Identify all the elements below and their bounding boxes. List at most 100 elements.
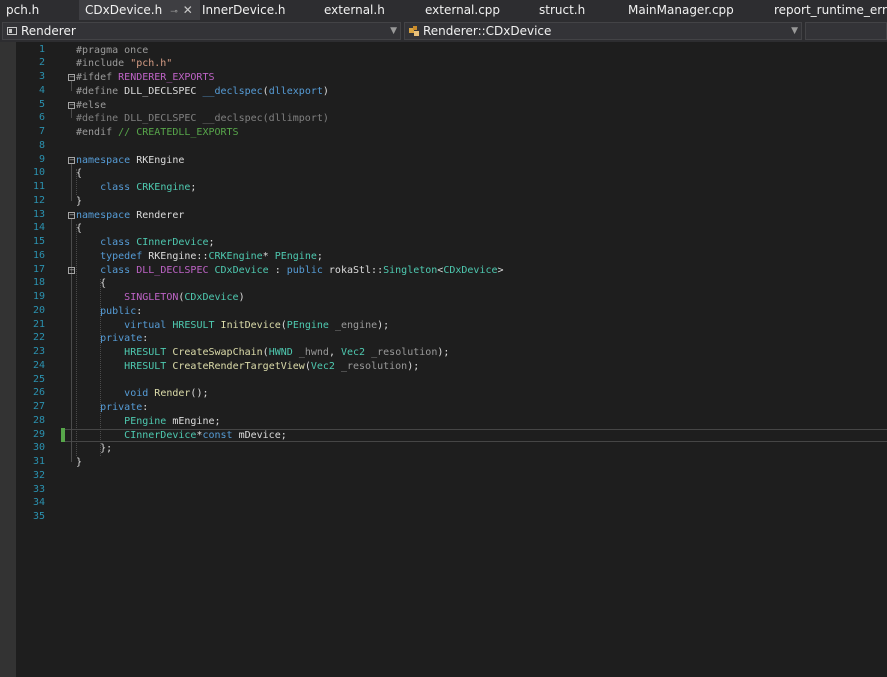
code-token: RENDERER_EXPORTS	[118, 72, 215, 83]
code-line[interactable]: PEngine mEngine;	[76, 415, 221, 429]
tab-label: InnerDevice.h	[202, 3, 286, 17]
class-scope-icon	[409, 26, 419, 36]
indicator-margin	[0, 42, 16, 677]
line-number: 28	[32, 414, 45, 426]
code-line[interactable]: HRESULT CreateRenderTargetView(Vec2 _res…	[76, 360, 419, 374]
document-tab-strip: pch.h CDxDevice.h ⊸ ✕ InnerDevice.h extern…	[0, 0, 887, 20]
code-line[interactable]: private:	[76, 401, 148, 415]
code-token: class	[100, 237, 131, 248]
code-line[interactable]: };	[76, 442, 112, 456]
code-token: HRESULT	[124, 360, 167, 372]
scope-combo[interactable]: Renderer::CDxDevice ▼	[404, 22, 802, 40]
fold-region-line	[71, 81, 72, 91]
code-token: HRESULT	[124, 347, 167, 358]
tab-report-runtime-error[interactable]: report_runtime_error.	[768, 0, 887, 20]
code-editor[interactable]: 1 2 3 4 5 6 7 8 9 10 11 12 13 14 15 16 17 18 19 20 21 22 23 24 2…	[0, 42, 887, 677]
change-marker	[61, 427, 65, 442]
tab-external-h[interactable]: external.h	[318, 0, 419, 20]
fold-toggle-icon[interactable]: −	[68, 101, 75, 109]
code-line[interactable]: void Render();	[76, 387, 208, 401]
code-line[interactable]: class DLL_DECLSPEC CDxDevice : public ro…	[76, 264, 504, 278]
code-token: PEngine	[286, 319, 329, 331]
line-number: 33	[32, 483, 45, 495]
code-token: InitDevice	[220, 319, 281, 331]
code-area[interactable]: #pragma once #include "pch.h" #ifdef RENDE…	[64, 42, 887, 677]
chevron-down-icon[interactable]: ▼	[791, 23, 798, 39]
tab-mainmanager-cpp[interactable]: MainManager.cpp	[622, 0, 768, 20]
chevron-down-icon[interactable]: ▼	[390, 23, 397, 39]
code-token: HWND	[268, 347, 293, 358]
tab-innerdevice-h[interactable]: InnerDevice.h	[196, 0, 320, 20]
code-line[interactable]: SINGLETON(CDxDevice)	[76, 291, 244, 305]
code-line[interactable]: class CRKEngine;	[76, 181, 196, 195]
line-number: 2	[38, 57, 45, 69]
line-number: 34	[32, 497, 45, 509]
code-line[interactable]: #pragma once	[76, 44, 148, 58]
line-number: 9	[38, 153, 45, 165]
member-combo[interactable]	[805, 22, 887, 40]
line-number: 32	[32, 469, 45, 481]
line-number: 6	[38, 112, 45, 124]
indent-guide	[100, 279, 101, 456]
tab-pch-h[interactable]: pch.h	[0, 0, 82, 20]
code-token: #define	[76, 85, 125, 97]
tab-label: external.cpp	[425, 3, 501, 17]
code-line[interactable]: HRESULT CreateSwapChain(HWND _hwnd, Vec2…	[76, 346, 449, 360]
line-number: 13	[32, 208, 45, 220]
code-token: DLL_DECLSPEC	[124, 85, 203, 97]
code-token: >	[497, 264, 504, 276]
indent-guide	[76, 224, 77, 456]
pin-icon[interactable]: ⊸	[170, 7, 178, 17]
fold-region-line	[71, 108, 72, 119]
fold-toggle-icon[interactable]: −	[68, 156, 75, 164]
code-line[interactable]: namespace RKEngine	[76, 154, 184, 168]
code-line[interactable]: public:	[76, 305, 142, 319]
code-line[interactable]: {	[76, 277, 106, 291]
code-token: "pch.h"	[130, 58, 173, 70]
fold-toggle-icon[interactable]: −	[68, 211, 75, 219]
code-token: :	[142, 402, 149, 413]
code-token: mEngine;	[166, 415, 221, 427]
code-token: ;	[316, 250, 323, 262]
code-line[interactable]: class CInnerDevice;	[76, 236, 214, 250]
line-number: 27	[32, 401, 45, 412]
code-line[interactable]: #define DLL_DECLSPEC __declspec(dllexpor…	[76, 85, 329, 99]
code-token: CDxDevice	[443, 264, 498, 276]
line-number: 20	[32, 304, 45, 316]
tab-cdxdevice-h[interactable]: CDxDevice.h ⊸ ✕	[79, 0, 200, 20]
code-line[interactable]: typedef RKEngine::CRKEngine* PEngine;	[76, 250, 323, 264]
code-token: }	[76, 195, 83, 207]
fold-toggle-icon[interactable]: −	[68, 74, 75, 81]
line-number: 29	[32, 428, 45, 440]
indent-guide	[76, 169, 77, 195]
code-token: _engine	[334, 319, 378, 331]
code-line[interactable]: #endif // CREATEDLL_EXPORTS	[76, 126, 239, 140]
close-icon[interactable]: ✕	[183, 3, 193, 17]
line-number: 5	[38, 98, 45, 110]
line-number: 15	[32, 236, 45, 247]
line-number: 23	[32, 346, 45, 357]
code-token: public	[286, 264, 323, 276]
code-line[interactable]: namespace Renderer	[76, 209, 184, 223]
code-token: RKEngine::	[142, 250, 209, 262]
code-line[interactable]: private:	[76, 332, 148, 346]
tab-external-cpp[interactable]: external.cpp	[419, 0, 533, 20]
code-line[interactable]: #include "pch.h"	[76, 57, 172, 71]
scope-combo-value: Renderer::CDxDevice	[423, 24, 552, 38]
code-line[interactable]: }	[76, 195, 82, 209]
code-token: {	[76, 278, 107, 290]
code-line[interactable]: #define DLL_DECLSPEC __declspec(dllimpor…	[76, 112, 329, 126]
fold-toggle-icon[interactable]: −	[68, 266, 75, 274]
line-number: 14	[32, 222, 45, 234]
fold-region-line	[71, 163, 72, 201]
project-combo[interactable]: Renderer ▼	[2, 22, 401, 40]
code-line[interactable]: #else	[76, 99, 106, 113]
code-line[interactable]: #ifdef RENDERER_EXPORTS	[76, 71, 214, 85]
tab-struct-h[interactable]: struct.h	[533, 0, 625, 20]
code-token: CDxDevice	[214, 264, 269, 276]
code-line[interactable]: virtual HRESULT InitDevice(PEngine _engi…	[76, 319, 389, 333]
code-token: );	[437, 347, 450, 358]
code-token: )	[322, 85, 329, 97]
code-line[interactable]: }	[76, 456, 82, 470]
